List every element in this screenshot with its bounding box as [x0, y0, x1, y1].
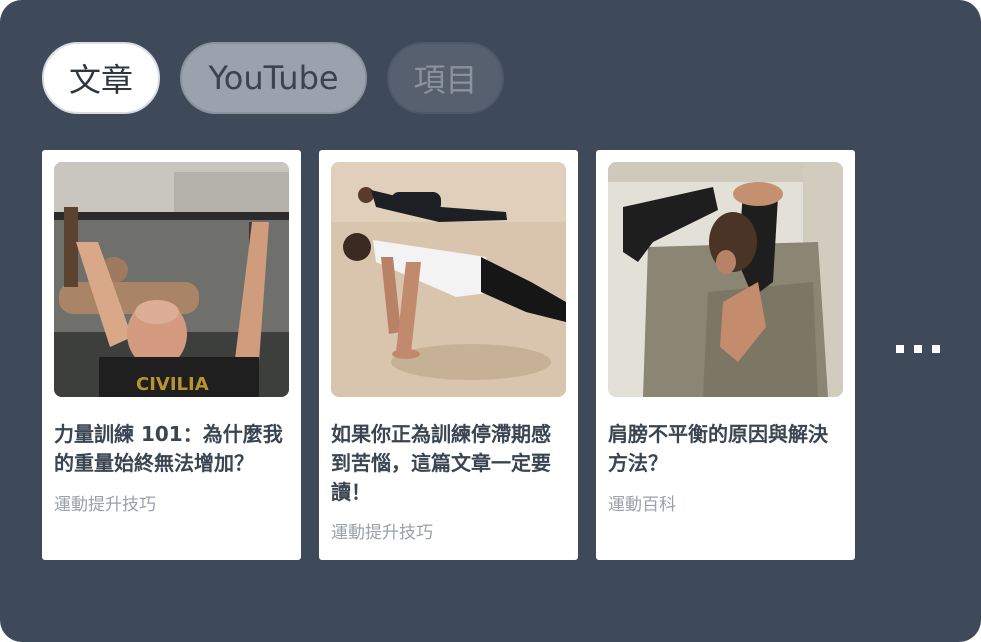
dot	[914, 345, 922, 353]
tab-youtube[interactable]: YouTube	[180, 42, 367, 114]
svg-text:CIVILIA: CIVILIA	[136, 374, 209, 395]
content-panel: 文章 YouTube 項目 CIVILIA 力量訓練 101：為什麼我的重量始終…	[0, 0, 981, 642]
pull-up-photo: CIVILIA	[54, 162, 289, 397]
tab-articles[interactable]: 文章	[42, 42, 160, 114]
article-card-2[interactable]: 如果你正為訓練停滯期感到苦惱，這篇文章一定要讀！ 運動提升技巧	[319, 150, 578, 560]
article-title[interactable]: 肩膀不平衡的原因與解決方法？	[608, 420, 844, 478]
article-title[interactable]: 如果你正為訓練停滯期感到苦惱，這篇文章一定要讀！	[331, 420, 567, 507]
article-category: 運動提升技巧	[54, 495, 156, 515]
article-title[interactable]: 力量訓練 101：為什麼我的重量始終無法增加？	[54, 420, 290, 478]
ellipsis-icon[interactable]	[896, 345, 940, 353]
article-card-1[interactable]: CIVILIA 力量訓練 101：為什麼我的重量始終無法增加？ 運動提升技巧	[42, 150, 301, 560]
article-card-3[interactable]: 肩膀不平衡的原因與解決方法？ 運動百科	[596, 150, 855, 560]
shoulder-stretch-photo	[608, 162, 843, 397]
tab-items[interactable]: 項目	[387, 42, 504, 114]
push-up-photo	[331, 162, 566, 397]
tab-bar: 文章 YouTube 項目	[42, 42, 504, 114]
dot	[932, 345, 940, 353]
article-category: 運動提升技巧	[331, 523, 433, 543]
article-category: 運動百科	[608, 495, 676, 515]
dot	[896, 345, 904, 353]
